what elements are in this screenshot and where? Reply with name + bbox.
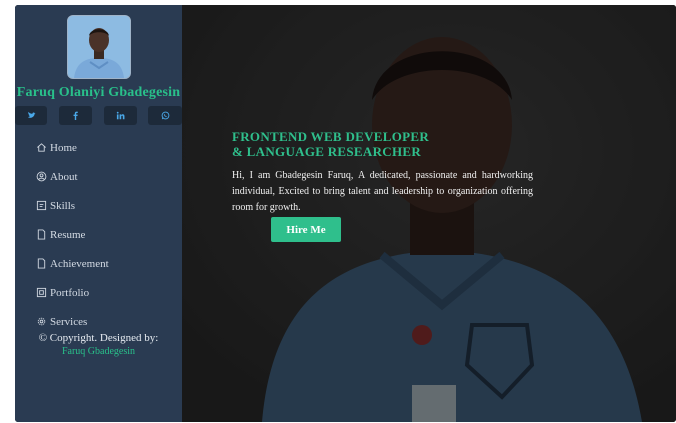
headline-line-2: & LANGUAGE RESEARCHER	[232, 144, 422, 159]
nav-item-portfolio[interactable]: Portfolio	[15, 278, 182, 307]
facebook-icon	[73, 111, 78, 120]
nav-label: Services	[50, 315, 88, 328]
linkedin-icon	[116, 111, 125, 120]
page-frame: Faruq Olaniyi Gbadegesin Home About Skil…	[15, 5, 676, 422]
nav-item-resume[interactable]: Resume	[15, 220, 182, 249]
profile-photo	[68, 16, 130, 78]
nav-label: Home	[50, 141, 77, 154]
whatsapp-icon	[161, 111, 169, 120]
linkedin-button[interactable]	[104, 106, 137, 125]
copyright: © Copyright. Designed by: Faruq Gbadeges…	[15, 331, 182, 359]
author-link[interactable]: Faruq Gbadegesin	[15, 345, 182, 359]
nav-item-about[interactable]: About	[15, 162, 182, 191]
document-icon	[36, 229, 47, 240]
user-circle-icon	[36, 171, 47, 182]
nav-item-achievement[interactable]: Achievement	[15, 249, 182, 278]
whatsapp-button[interactable]	[148, 106, 182, 125]
gear-icon	[36, 316, 47, 327]
hero-section: FRONTEND WEB DEVELOPER & LANGUAGE RESEAR…	[182, 5, 676, 422]
nav-item-home[interactable]: Home	[15, 133, 182, 162]
sidebar-nav: Home About Skills Resume Achievement Por…	[15, 133, 182, 336]
nav-label: About	[50, 170, 78, 183]
nav-item-skills[interactable]: Skills	[15, 191, 182, 220]
skills-icon	[36, 200, 47, 211]
sidebar: Faruq Olaniyi Gbadegesin Home About Skil…	[15, 5, 182, 422]
copyright-text: © Copyright. Designed by:	[38, 332, 159, 344]
social-links	[15, 106, 182, 126]
nav-label: Resume	[50, 228, 86, 241]
nav-label: Portfolio	[50, 286, 90, 299]
nav-label: Achievement	[50, 257, 109, 270]
avatar	[67, 15, 131, 79]
nav-label: Skills	[50, 199, 76, 212]
twitter-icon	[27, 111, 36, 118]
hire-me-button[interactable]: Hire Me	[271, 217, 341, 242]
facebook-button[interactable]	[59, 106, 92, 125]
headline-line-1: FRONTEND WEB DEVELOPER	[232, 129, 430, 144]
home-icon	[36, 142, 47, 153]
profile-name: Faruq Olaniyi Gbadegesin	[16, 85, 181, 100]
document-icon	[36, 258, 47, 269]
hero-headline: FRONTEND WEB DEVELOPER & LANGUAGE RESEAR…	[232, 129, 532, 159]
twitter-button[interactable]	[15, 106, 47, 125]
hero-intro: Hi, I am Gbadegesin Faruq, A dedicated, …	[232, 170, 533, 213]
portfolio-icon	[36, 287, 47, 298]
